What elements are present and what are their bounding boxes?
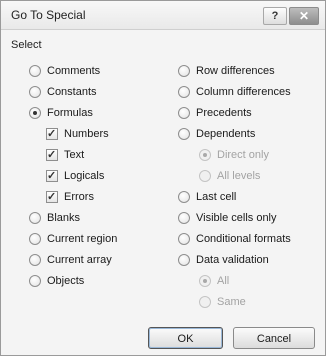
data-validation-label: Data validation — [196, 254, 269, 266]
last-cell-radio[interactable] — [178, 191, 190, 203]
visible-cells-only-label: Visible cells only — [196, 212, 277, 224]
visible-cells-only-radio[interactable] — [178, 212, 190, 224]
current-array-label: Current array — [47, 254, 112, 266]
current-array-radio[interactable] — [29, 254, 41, 266]
blanks-radio[interactable] — [29, 212, 41, 224]
constants-label: Constants — [47, 86, 97, 98]
current-region-label: Current region — [47, 233, 118, 245]
text-label: Text — [64, 149, 85, 161]
column-differences-label: Column differences — [196, 86, 291, 98]
all-levels-label: All levels — [217, 170, 261, 182]
go-to-special-dialog: Go To Special ? ✕ Select Comments Consta… — [0, 0, 326, 356]
comments-radio[interactable] — [29, 65, 41, 77]
current-region-radio[interactable] — [29, 233, 41, 245]
conditional-formats-label: Conditional formats — [196, 233, 291, 245]
data-validation-radio[interactable] — [178, 254, 190, 266]
select-section-label: Select — [11, 39, 42, 51]
all-levels-radio[interactable] — [199, 170, 211, 182]
formulas-label: Formulas — [47, 107, 93, 119]
text-checkbox[interactable] — [46, 147, 58, 163]
column-differences-radio[interactable] — [178, 86, 190, 98]
errors-label: Errors — [64, 191, 94, 203]
same-label: Same — [217, 296, 246, 308]
logicals-checkbox[interactable] — [46, 168, 58, 184]
cancel-button[interactable]: Cancel — [233, 327, 315, 349]
objects-radio[interactable] — [29, 275, 41, 287]
title-bar: Go To Special ? ✕ — [1, 1, 325, 30]
numbers-checkbox[interactable] — [46, 126, 58, 142]
objects-label: Objects — [47, 275, 85, 287]
numbers-label: Numbers — [64, 128, 109, 140]
direct-only-radio[interactable] — [199, 149, 211, 161]
all-radio[interactable] — [199, 275, 211, 287]
logicals-label: Logicals — [64, 170, 105, 182]
constants-radio[interactable] — [29, 86, 41, 98]
blanks-label: Blanks — [47, 212, 81, 224]
help-button[interactable]: ? — [263, 7, 287, 25]
row-differences-radio[interactable] — [178, 65, 190, 77]
errors-checkbox[interactable] — [46, 189, 58, 205]
ok-button[interactable]: OK — [148, 327, 223, 349]
comments-label: Comments — [47, 65, 101, 77]
dependents-label: Dependents — [196, 128, 256, 140]
conditional-formats-radio[interactable] — [178, 233, 190, 245]
dependents-radio[interactable] — [178, 128, 190, 140]
all-label: All — [217, 275, 230, 287]
row-differences-label: Row differences — [196, 65, 275, 77]
last-cell-label: Last cell — [196, 191, 237, 203]
dialog-title: Go To Special — [11, 8, 86, 22]
precedents-label: Precedents — [196, 107, 252, 119]
direct-only-label: Direct only — [217, 149, 269, 161]
close-button[interactable]: ✕ — [289, 7, 319, 25]
formulas-radio[interactable] — [29, 107, 41, 119]
same-radio[interactable] — [199, 296, 211, 308]
precedents-radio[interactable] — [178, 107, 190, 119]
